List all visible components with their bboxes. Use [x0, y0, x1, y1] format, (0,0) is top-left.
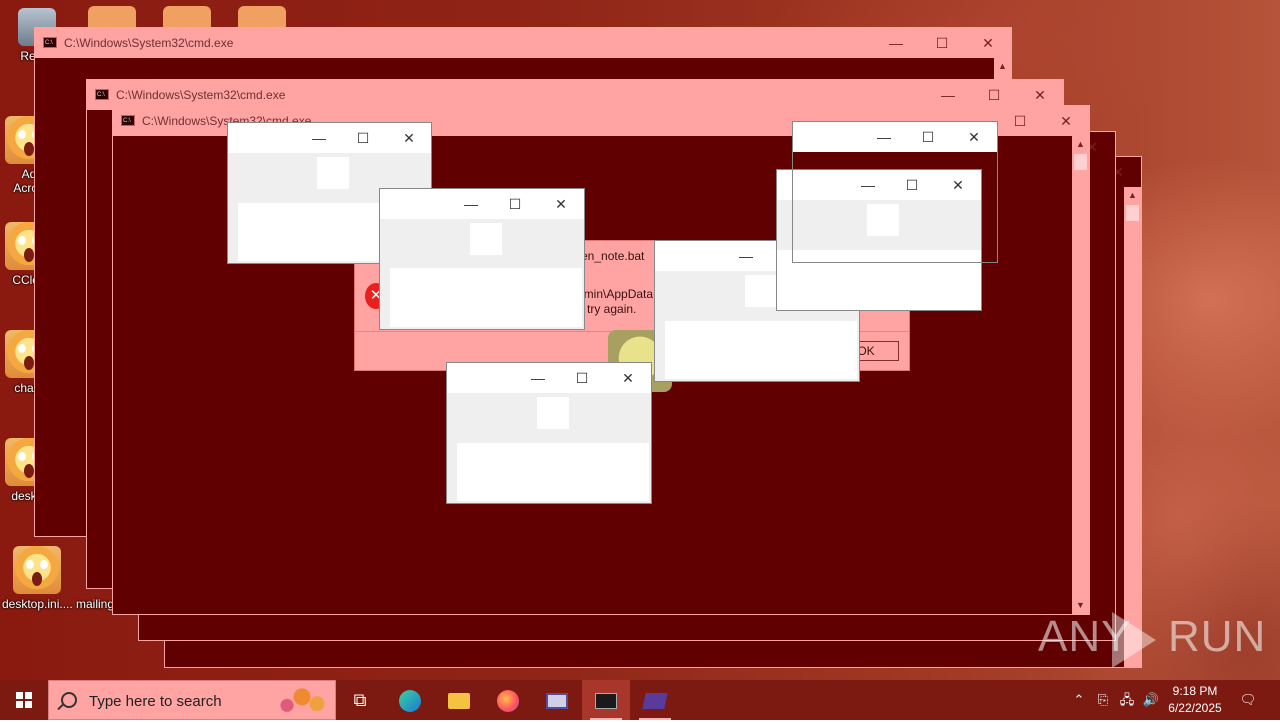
clock[interactable]: 9:18 PM 6/22/2025	[1160, 683, 1230, 717]
blank-window-2[interactable]: — ☐ ✕	[379, 188, 585, 330]
search-placeholder: Type here to search	[89, 693, 222, 710]
minimize-icon[interactable]: —	[723, 241, 769, 271]
content-area	[390, 268, 582, 327]
minimize-icon[interactable]: —	[861, 122, 907, 152]
title-bar[interactable]: — ☐ ✕	[447, 363, 651, 393]
window-title: C:\Windows\System32\cmd.exe	[64, 36, 234, 50]
placeholder-square	[537, 397, 569, 429]
app-icon[interactable]	[533, 680, 581, 720]
cmd-icon	[95, 80, 109, 110]
cmd-icon[interactable]	[582, 680, 630, 720]
start-button[interactable]	[0, 680, 48, 720]
taskbar: Type here to search ⧉ ⌃ ⎘ 🖧 🔊 9:18 PM 6/…	[0, 680, 1280, 720]
minimize-icon[interactable]: —	[515, 363, 561, 393]
title-bar[interactable]: — ☐ ✕	[793, 122, 997, 152]
close-icon[interactable]: ✕	[605, 363, 651, 393]
blank-window-6[interactable]: — ☐ ✕	[792, 121, 998, 263]
scroll-up-icon[interactable]: ▲	[1124, 187, 1141, 204]
screaming-face-icon	[13, 546, 61, 594]
edge-icon[interactable]	[386, 680, 434, 720]
flowers-decoration	[269, 685, 329, 719]
title-bar[interactable]: — ☐ ✕	[380, 189, 584, 219]
notification-icon[interactable]: 🗨	[1234, 680, 1262, 720]
scroll-up-icon[interactable]: ▲	[1072, 136, 1089, 153]
windows-logo-icon	[16, 692, 32, 708]
close-icon[interactable]: ✕	[951, 122, 997, 152]
firefox-icon[interactable]	[484, 680, 532, 720]
network-icon[interactable]: 🖧	[1116, 680, 1138, 720]
minimize-icon[interactable]: —	[448, 189, 494, 219]
cmd-icon	[121, 106, 135, 136]
title-bar[interactable]: — ☐ ✕	[228, 123, 431, 153]
content-area	[457, 443, 649, 501]
blank-window-4[interactable]: — ☐ ✕	[446, 362, 652, 504]
maximize-icon[interactable]: ☐	[340, 123, 386, 153]
watermark-play-icon	[1112, 612, 1156, 668]
placeholder-square	[745, 275, 777, 307]
watermark-text-right: RUN	[1168, 612, 1267, 661]
maximize-icon[interactable]: ☐	[919, 28, 965, 58]
task-view-icon[interactable]: ⧉	[336, 680, 384, 720]
scroll-thumb[interactable]	[1074, 154, 1087, 170]
clock-date: 6/22/2025	[1168, 701, 1222, 715]
close-icon[interactable]: ✕	[1043, 106, 1089, 136]
file-explorer-icon[interactable]	[435, 680, 483, 720]
scrollbar[interactable]: ▲	[1124, 187, 1141, 667]
chevron-up-icon[interactable]: ⌃	[1068, 680, 1090, 720]
scroll-thumb[interactable]	[1126, 205, 1139, 221]
maximize-icon[interactable]: ☐	[905, 122, 951, 152]
powershell-icon[interactable]	[631, 680, 679, 720]
error-text-line1: en_note.bat	[581, 249, 645, 263]
close-icon[interactable]: ✕	[386, 123, 432, 153]
placeholder-square	[470, 223, 502, 255]
error-text-line2: dmin\AppData	[577, 287, 654, 301]
clock-time: 9:18 PM	[1172, 684, 1218, 698]
maximize-icon[interactable]: ☐	[997, 106, 1043, 136]
maximize-icon[interactable]: ☐	[492, 189, 538, 219]
close-icon[interactable]: ✕	[965, 28, 1011, 58]
placeholder-square	[317, 157, 349, 189]
title-bar[interactable]: C:\Windows\System32\cmd.exe — ☐ ✕	[35, 28, 1011, 58]
search-icon	[61, 692, 77, 708]
search-box[interactable]: Type here to search	[48, 680, 336, 720]
desktop: Recyc Ad Acrob CClea chapt deskto deskto…	[0, 0, 1280, 680]
minimize-icon[interactable]: —	[296, 123, 342, 153]
error-text-line3: n try again.	[577, 302, 637, 316]
close-icon[interactable]: ✕	[538, 189, 584, 219]
scrollbar[interactable]: ▲ ▼	[1072, 136, 1089, 614]
volume-icon[interactable]: 🔊	[1140, 680, 1162, 720]
minimize-icon[interactable]: —	[873, 28, 919, 58]
content-area	[665, 321, 857, 379]
scroll-up-icon[interactable]: ▲	[994, 58, 1011, 75]
cmd-icon	[43, 28, 57, 58]
maximize-icon[interactable]: ☐	[559, 363, 605, 393]
network-adapter-icon[interactable]: ⎘	[1092, 680, 1114, 720]
